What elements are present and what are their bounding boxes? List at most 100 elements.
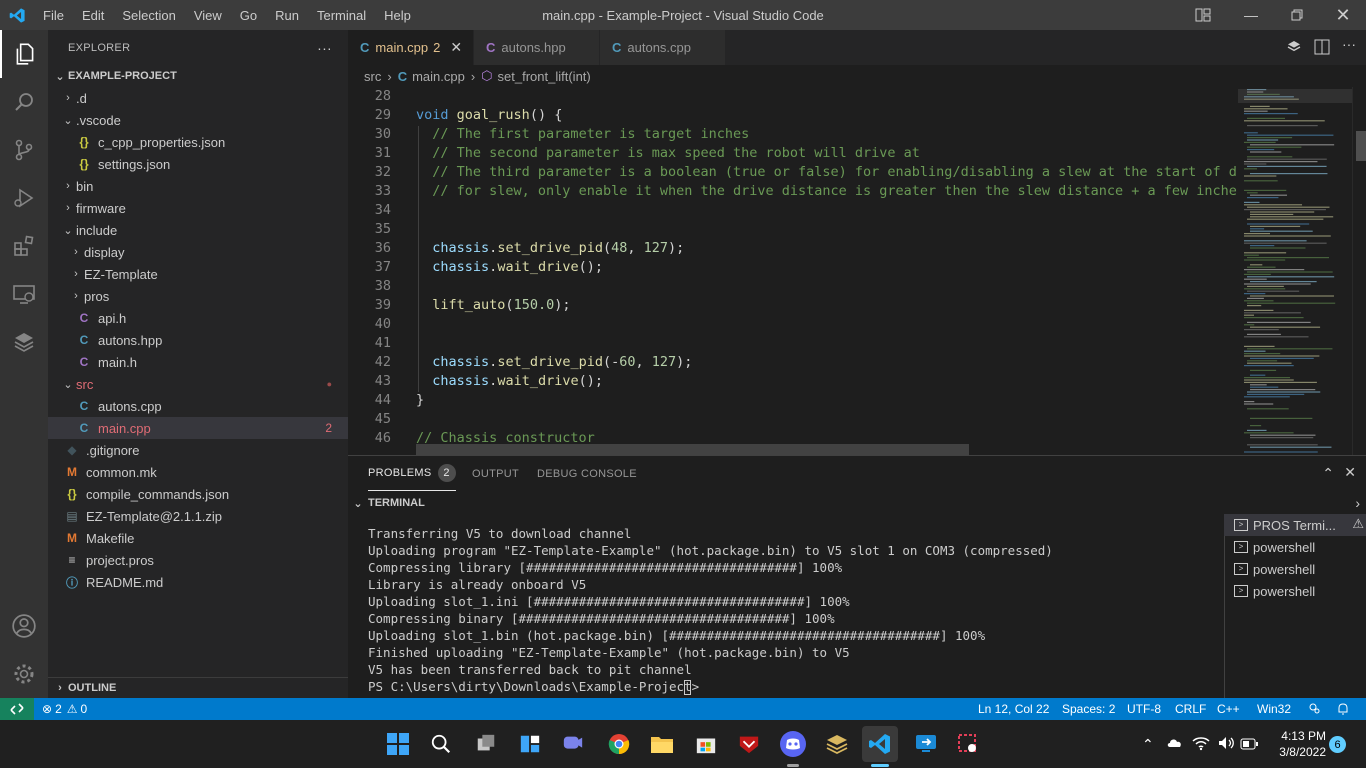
- chevron-right-icon[interactable]: ›: [1355, 495, 1360, 511]
- menu-go[interactable]: Go: [231, 8, 266, 23]
- tab-autons-hpp[interactable]: C autons.hpp: [474, 30, 600, 65]
- code-line[interactable]: 34: [348, 202, 1238, 221]
- battery-icon[interactable]: [1240, 737, 1258, 755]
- tab-problems[interactable]: PROBLEMS 2: [368, 456, 456, 491]
- source-control-icon[interactable]: [0, 126, 48, 174]
- code-line[interactable]: 43 chassis.wait_drive();: [348, 373, 1238, 392]
- terminal-instance[interactable]: > PROS Termi...: [1224, 514, 1366, 536]
- remote-app-icon[interactable]: [908, 726, 944, 762]
- menu-file[interactable]: File: [34, 8, 73, 23]
- code-line[interactable]: 45: [348, 411, 1238, 430]
- code-line[interactable]: 40: [348, 316, 1238, 335]
- tree-item[interactable]: Cmain.cpp 2: [48, 417, 348, 439]
- remote-indicator-icon[interactable]: [0, 698, 34, 720]
- cursor-position[interactable]: Ln 12, Col 22: [978, 698, 1049, 720]
- task-view-icon[interactable]: [468, 726, 504, 762]
- more-actions-button[interactable]: ···: [317, 40, 332, 56]
- explorer-icon[interactable]: [0, 30, 48, 78]
- vscode-taskbar-icon[interactable]: [862, 726, 898, 762]
- pros-taskbar-icon[interactable]: [819, 726, 855, 762]
- code-line[interactable]: 39 lift_auto(150.0);: [348, 297, 1238, 316]
- terminal-instance[interactable]: > powershell: [1224, 580, 1366, 602]
- file-explorer-icon[interactable]: [644, 726, 680, 762]
- breadcrumb-symbol[interactable]: set_front_lift(int): [498, 69, 591, 84]
- code-line[interactable]: 42 chassis.set_drive_pid(-60, 127);: [348, 354, 1238, 373]
- terminal-instance[interactable]: > powershell: [1224, 558, 1366, 580]
- volume-icon[interactable]: [1217, 735, 1235, 756]
- run-debug-icon[interactable]: [0, 174, 48, 222]
- wifi-icon[interactable]: [1192, 735, 1210, 756]
- chevron-up-icon[interactable]: ⌃: [1142, 736, 1154, 753]
- widgets-icon[interactable]: [512, 726, 548, 762]
- search-icon[interactable]: [0, 78, 48, 126]
- notification-count-badge[interactable]: 6: [1329, 736, 1346, 753]
- pros-action-icon[interactable]: [1286, 39, 1302, 60]
- teams-chat-icon[interactable]: [555, 726, 591, 762]
- editor-more-button[interactable]: ···: [1342, 36, 1356, 52]
- menu-run[interactable]: Run: [266, 8, 308, 23]
- store-icon[interactable]: [688, 726, 724, 762]
- menu-selection[interactable]: Selection: [113, 8, 184, 23]
- onedrive-icon[interactable]: [1166, 735, 1184, 756]
- code-line[interactable]: 37 chassis.wait_drive();: [348, 259, 1238, 278]
- vertical-scrollbar[interactable]: [1352, 87, 1366, 455]
- breadcrumb-folder[interactable]: src: [364, 69, 381, 84]
- code-line[interactable]: 35: [348, 221, 1238, 240]
- tree-item[interactable]: ⌄ .vscode: [48, 109, 348, 131]
- layout-icon[interactable]: [1180, 0, 1226, 30]
- code-line[interactable]: 44}: [348, 392, 1238, 411]
- tree-item[interactable]: Cautons.hpp: [48, 329, 348, 351]
- tree-item[interactable]: ≡ project.pros: [48, 549, 348, 571]
- eol-status[interactable]: CRLF: [1175, 698, 1206, 720]
- menu-view[interactable]: View: [185, 8, 231, 23]
- tree-item[interactable]: {} c_cpp_properties.json: [48, 131, 348, 153]
- terminal-instance[interactable]: > powershell: [1224, 536, 1366, 558]
- snipping-tool-icon[interactable]: [950, 726, 986, 762]
- code-line[interactable]: 33 // for slew, only enable it when the …: [348, 183, 1238, 202]
- code-editor[interactable]: 28 29 void goal_rush() {30 // The first pa…: [348, 87, 1238, 455]
- extensions-icon[interactable]: [0, 222, 48, 270]
- indentation-status[interactable]: Spaces: 2: [1062, 698, 1115, 720]
- scrollbar-thumb[interactable]: [1356, 131, 1366, 161]
- tree-item[interactable]: Mcommon.mk: [48, 461, 348, 483]
- chrome-icon[interactable]: [601, 726, 637, 762]
- code-line[interactable]: 41: [348, 335, 1238, 354]
- minimap-viewport[interactable]: [1238, 89, 1352, 103]
- tab-main-cpp[interactable]: C main.cpp 2 ✕: [348, 30, 474, 65]
- code-line[interactable]: 36 chassis.set_drive_pid(48, 127);: [348, 240, 1238, 259]
- tree-item[interactable]: Capi.h: [48, 307, 348, 329]
- tree-item[interactable]: M Makefile: [48, 527, 348, 549]
- code-line[interactable]: 32 // The third parameter is a boolean (…: [348, 164, 1238, 183]
- code-line[interactable]: 31 // The second parameter is max speed …: [348, 145, 1238, 164]
- close-window-button[interactable]: ✕: [1320, 0, 1366, 30]
- close-tab-icon[interactable]: ✕: [450, 39, 462, 56]
- settings-gear-icon[interactable]: [0, 650, 48, 698]
- windows-start-icon[interactable]: [380, 726, 416, 762]
- horizontal-scrollbar[interactable]: [416, 444, 969, 455]
- tab-autons-cpp[interactable]: C autons.cpp: [600, 30, 726, 65]
- tree-item[interactable]: › .d: [48, 87, 348, 109]
- menu-terminal[interactable]: Terminal: [308, 8, 375, 23]
- language-status[interactable]: C++: [1217, 698, 1240, 720]
- taskbar-search-icon[interactable]: [423, 726, 459, 762]
- minimap[interactable]: [1238, 87, 1352, 455]
- code-line[interactable]: 29 void goal_rush() {: [348, 107, 1238, 126]
- platform-status[interactable]: Win32: [1257, 698, 1291, 720]
- tree-item[interactable]: › EZ-Template: [48, 263, 348, 285]
- account-icon[interactable]: [0, 602, 48, 650]
- tree-item[interactable]: ▤ EZ-Template@2.1.1.zip: [48, 505, 348, 527]
- tab-debug-console[interactable]: DEBUG CONSOLE: [537, 456, 637, 491]
- tree-item[interactable]: ⓘ README.md: [48, 571, 348, 593]
- pros-icon[interactable]: [0, 318, 48, 366]
- tree-item[interactable]: {} compile_commands.json: [48, 483, 348, 505]
- problems-status[interactable]: ⊗ 2 ⚠ 0: [42, 698, 87, 720]
- code-line[interactable]: 30 // The first parameter is target inch…: [348, 126, 1238, 145]
- encoding-status[interactable]: UTF-8: [1127, 698, 1161, 720]
- close-panel-icon[interactable]: ✕: [1344, 464, 1356, 481]
- feedback-icon[interactable]: [1308, 698, 1322, 720]
- code-line[interactable]: 28: [348, 88, 1238, 107]
- tree-item[interactable]: › bin: [48, 175, 348, 197]
- tree-item[interactable]: › pros: [48, 285, 348, 307]
- tree-item[interactable]: Cautons.cpp: [48, 395, 348, 417]
- restore-button[interactable]: [1274, 0, 1320, 30]
